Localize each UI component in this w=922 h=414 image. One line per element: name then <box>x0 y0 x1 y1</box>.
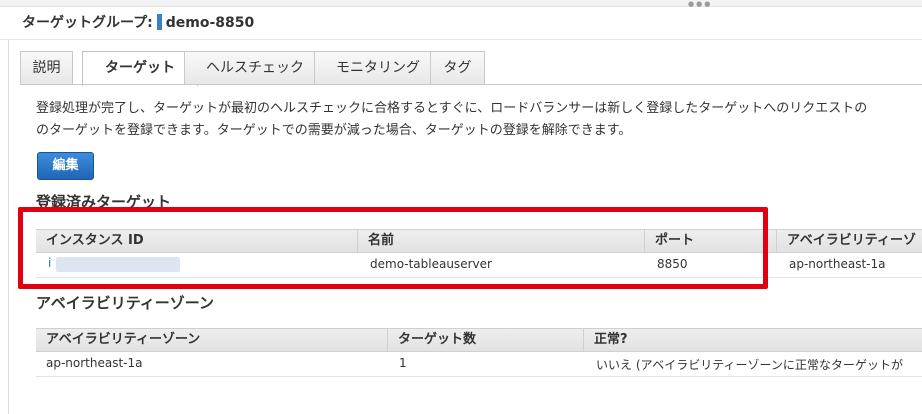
target-group-name: demo-8850 <box>165 15 255 31</box>
page-title-label: ターゲットグループ: <box>22 15 153 31</box>
header-divider <box>0 39 922 40</box>
panel-border <box>8 40 9 414</box>
tab-targets[interactable]: ターゲット <box>82 51 198 86</box>
column-availability-zone[interactable]: アベイラビリティーゾ <box>777 230 922 252</box>
column-zone[interactable]: アベイラビリティーゾーン <box>36 329 388 351</box>
page-title: ターゲットグループ: demo-8850 <box>22 12 254 32</box>
description-line-1: 登録処理が完了し、ターゲットが最初のヘルスチェックに合格するとすぐに、ロードバラ… <box>36 101 868 116</box>
highlight-annotation <box>18 207 768 289</box>
zone-healthy-status: いいえ (アベイラビリティーゾーンに正常なターゲットが <box>596 358 903 372</box>
top-drag-strip[interactable] <box>0 0 922 7</box>
table-row[interactable]: ap-northeast-1a 1 いいえ (アベイラビリティーゾーンに正常なタ… <box>36 352 922 376</box>
targets-description: 登録処理が完了し、ターゲットが最初のヘルスチェックに合格するとすぐに、ロードバラ… <box>36 98 922 142</box>
zone-name: ap-northeast-1a <box>46 356 143 370</box>
tab-monitoring[interactable]: モニタリング <box>314 51 442 84</box>
column-healthy[interactable]: 正常? <box>584 329 922 351</box>
tab-underline <box>20 84 922 85</box>
target-group-color-icon <box>156 14 162 30</box>
edit-button[interactable]: 編集 <box>37 152 94 180</box>
description-line-2: のターゲットを登録できます。ターゲットでの需要が減った場合、ターゲットの登録を解… <box>36 123 632 138</box>
row-divider <box>36 376 922 377</box>
resize-grip-icon[interactable]: ●●● <box>688 1 712 8</box>
tab-description[interactable]: 説明 <box>20 51 73 84</box>
tab-tags[interactable]: タグ <box>430 51 485 84</box>
availability-zones-header: アベイラビリティーゾーン ターゲット数 正常? <box>36 328 922 352</box>
zone-target-count: 1 <box>399 356 407 370</box>
column-target-count[interactable]: ターゲット数 <box>388 329 584 351</box>
availability-zones-title: アベイラビリティーゾーン <box>36 294 215 312</box>
target-availability-zone: ap-northeast-1a <box>789 257 886 271</box>
tab-health-check[interactable]: ヘルスチェック <box>184 51 326 84</box>
